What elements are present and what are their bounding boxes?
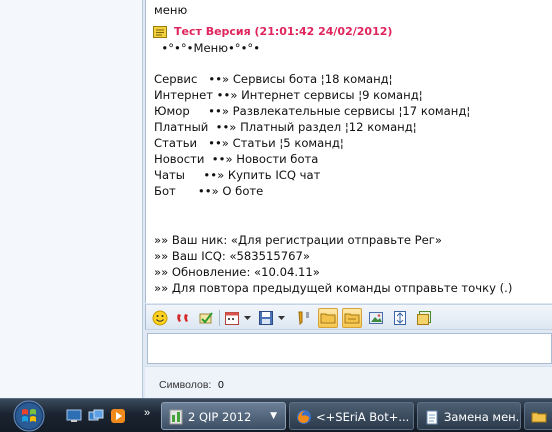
menu-item: Сервис ••» Сервисы бота ¦18 команд¦ <box>154 72 393 86</box>
menu-item: Статьи ••» Статьи ¦5 команд¦ <box>154 136 344 150</box>
message-input[interactable] <box>147 333 552 364</box>
chevron-down-icon: ▼ <box>270 411 277 421</box>
message-header: Тест Версия (21:01:42 24/02/2012) <box>174 25 393 38</box>
firefox-icon <box>297 410 311 424</box>
menu-item: Платный ••» Платный раздел ¦12 команд¦ <box>154 120 417 134</box>
qip-icon <box>169 409 183 425</box>
info-line: »» Для повтора предыдущей команды отправ… <box>154 281 513 295</box>
task-firefox[interactable]: <+SEriA Bot+... <box>289 402 414 430</box>
folder-icon[interactable] <box>318 308 338 328</box>
quick-launch-more[interactable]: » <box>144 407 150 419</box>
char-count-label: Символов: <box>159 379 212 391</box>
info-line: »» Обновление: «10.04.11» <box>154 265 320 279</box>
task-qip[interactable]: 2 QIP 2012 ▼ <box>161 402 286 430</box>
quote-icon[interactable] <box>294 308 314 328</box>
history-icon[interactable] <box>414 308 434 328</box>
send-image-icon[interactable] <box>366 308 386 328</box>
menu-item: Интернет ••» Интернет сервисы ¦9 команд¦ <box>154 88 423 102</box>
message-icon <box>153 26 167 38</box>
chat-log[interactable]: меню Тест Версия (21:01:42 24/02/2012) •… <box>145 0 552 303</box>
save-icon[interactable] <box>256 308 276 328</box>
smiley-icon[interactable] <box>150 308 170 328</box>
menu-item: Юмор ••» Развлекательные сервисы ¦17 ком… <box>154 104 471 118</box>
folder-icon <box>531 412 547 423</box>
info-line: »» Ваш ICQ: «583515767» <box>154 249 311 263</box>
notepad-icon <box>426 410 438 425</box>
media-player-icon[interactable] <box>110 408 126 424</box>
compress-icon[interactable] <box>390 308 410 328</box>
show-desktop-icon[interactable] <box>66 408 82 424</box>
spell-check-icon[interactable] <box>196 308 216 328</box>
task-notepad[interactable]: Замена мен... <box>417 402 521 430</box>
chevron-down-icon[interactable] <box>277 308 286 328</box>
menu-title: •°•°•Меню•°•°• <box>154 41 261 55</box>
task-explorer[interactable]: Ко <box>524 402 552 430</box>
menu-item: Чаты ••» Купить ICQ чат <box>154 168 321 182</box>
menu-item: Новости ••» Новости бота <box>154 152 319 166</box>
translit-icon[interactable] <box>173 308 193 328</box>
chat-line: меню <box>154 3 188 17</box>
status-bar: Символов: 0 <box>145 366 552 398</box>
contact-list-panel <box>0 0 143 398</box>
switch-windows-icon[interactable] <box>88 408 104 424</box>
folder-active-icon[interactable] <box>342 308 362 328</box>
menu-item: Бот ••» О боте <box>154 184 264 198</box>
chevron-down-icon[interactable] <box>243 308 252 328</box>
message-toolbar <box>145 304 552 330</box>
taskbar: » 2 QIP 2012 ▼ <+SEriA Bot+... Замена ме… <box>0 398 552 432</box>
info-line: »» Ваш ник: «Для регистрации отправьте Р… <box>154 233 442 247</box>
start-button[interactable] <box>6 399 52 432</box>
calendar-icon[interactable] <box>222 308 242 328</box>
char-count-value: 0 <box>218 379 224 391</box>
